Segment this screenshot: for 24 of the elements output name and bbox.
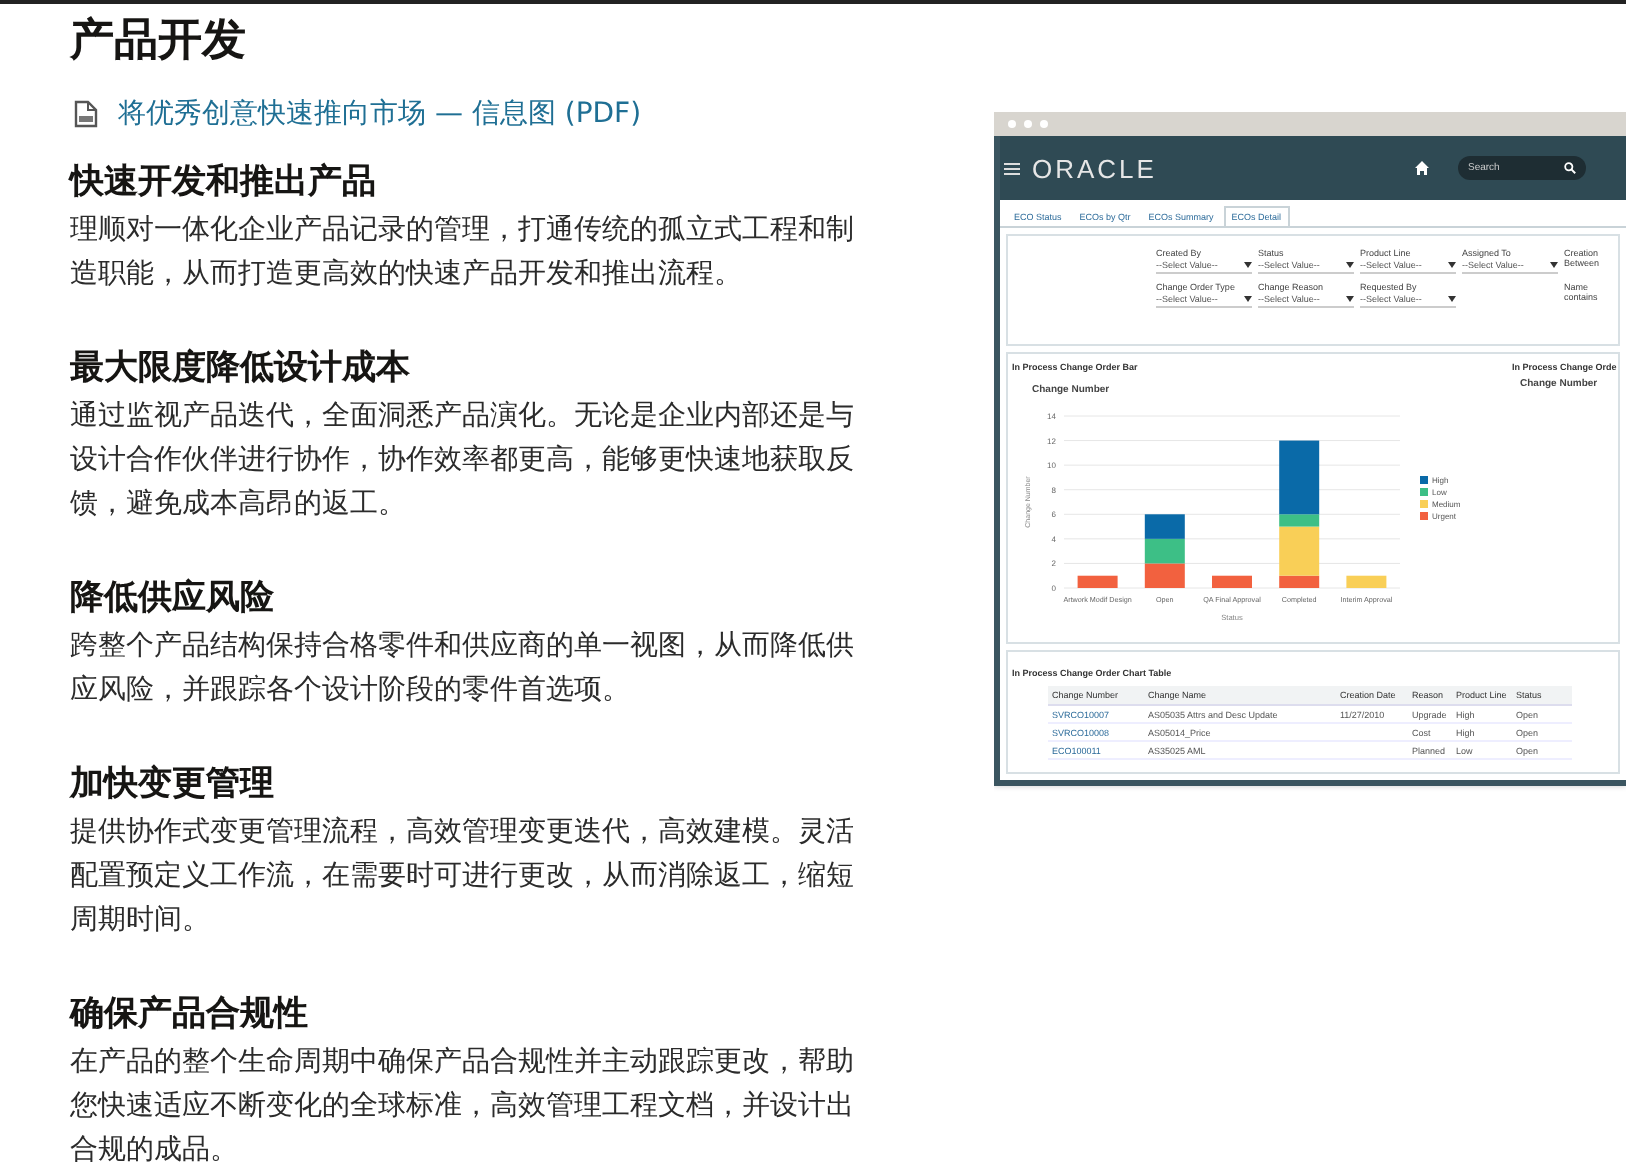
menu-icon[interactable] [1004, 161, 1020, 175]
pdf-link[interactable]: 将优秀创意快速推向市场 — 信息图 (PDF) [118, 96, 642, 132]
section-heading: 确保产品合规性 [70, 992, 310, 1038]
section-heading: 快速开发和推出产品 [70, 160, 378, 206]
caret-icon [1244, 296, 1252, 302]
section-text: 通过监视产品迭代，全面洞悉产品演化。无论是企业内部还是与设计合作伙伴进行协作，协作效率都更高，能够更快速地获取反馈，避免成本高昂的返工。 [70, 398, 856, 524]
caret-icon [1346, 262, 1354, 268]
section-text: 跨整个产品结构保持合格零件和供应商的单一视图，从而降低供应风险，并跟踪各个设计阶段的零件首选项。 [70, 628, 856, 710]
caret-icon [1448, 296, 1456, 302]
section-text: 理顺对一体化企业产品记录的管理，打通传统的孤立式工程和制造职能，从而打造更高效的快速产品开发和推出流程。 [70, 212, 856, 294]
section-heading: 最大限度降低设计成本 [70, 346, 412, 392]
section-heading: 降低供应风险 [70, 576, 276, 622]
caret-icon [1244, 262, 1252, 268]
logo: ORACLE [1032, 153, 1157, 183]
caret-icon [1550, 262, 1558, 268]
caret-icon [1448, 262, 1456, 268]
caret-icon [1346, 296, 1354, 302]
section-text: 提供协作式变更管理流程，高效管理变更迭代，高效建模。灵活配置预定义工作流，在需要时可进行更改，从而消除返工，缩短周期时间。 [70, 814, 856, 940]
section-text: 在产品的整个生命周期中确保产品合规性并主动跟踪更改，帮助您快速适应不断变化的全球标准，高效管理工程文档，并设计出合规的成品。 [70, 1044, 856, 1170]
search-icon [1564, 162, 1576, 174]
page-title: 产品开发 [70, 14, 248, 70]
home-icon[interactable] [1414, 160, 1430, 176]
pdf-file-icon [74, 100, 98, 128]
section-heading: 加快变更管理 [70, 762, 276, 808]
